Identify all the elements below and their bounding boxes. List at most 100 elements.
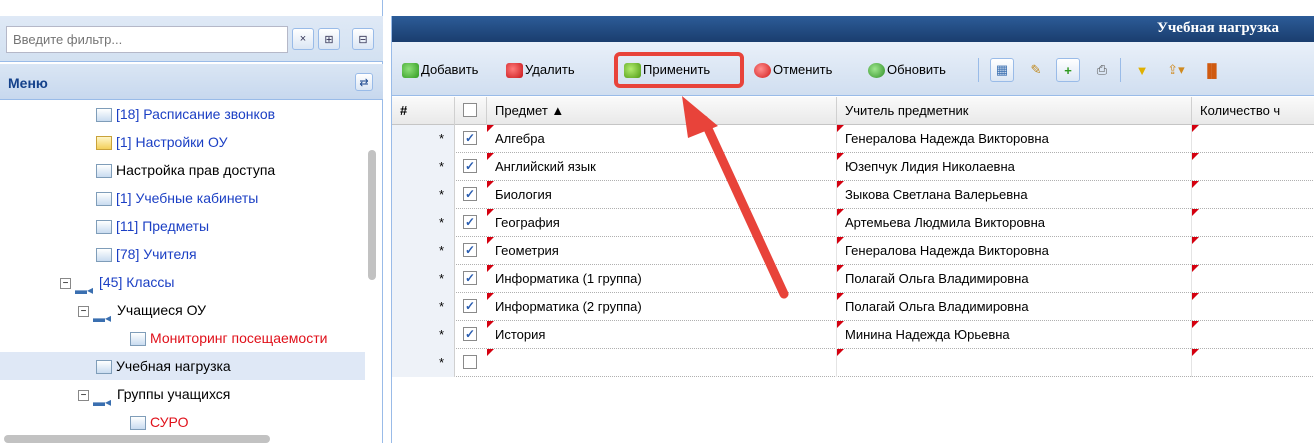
column-header-number[interactable]: # bbox=[392, 97, 455, 125]
teacher-cell[interactable] bbox=[837, 349, 1192, 377]
modified-cell-marker bbox=[837, 349, 844, 356]
delete-button[interactable]: Удалить bbox=[506, 58, 575, 82]
tree-item[interactable]: [1] Настройки ОУ bbox=[96, 128, 227, 156]
teacher-cell[interactable]: Полагай Ольга Владимировна bbox=[837, 265, 1192, 293]
table-row[interactable]: * ✓ Биология Зыкова Светлана Валерьевна bbox=[392, 181, 1314, 209]
tree-item[interactable]: Мониторинг посещаемости bbox=[130, 324, 327, 352]
subject-cell[interactable]: Информатика (1 группа) bbox=[487, 265, 837, 293]
print-button[interactable]: ⎙ bbox=[1090, 58, 1114, 82]
collapse-toggle-icon[interactable]: − bbox=[78, 305, 89, 317]
row-checkbox[interactable]: ✓ bbox=[463, 243, 477, 257]
filter-input[interactable] bbox=[6, 26, 288, 53]
hours-cell[interactable] bbox=[1192, 321, 1314, 349]
subject-cell[interactable]: Биология bbox=[487, 181, 837, 209]
hours-cell[interactable] bbox=[1192, 349, 1314, 377]
hours-cell[interactable] bbox=[1192, 237, 1314, 265]
row-checkbox[interactable]: ✓ bbox=[463, 159, 477, 173]
teacher-cell[interactable]: Полагай Ольга Владимировна bbox=[837, 293, 1192, 321]
table-row[interactable]: * ✓ Информатика (2 группа) Полагай Ольга Вл… bbox=[392, 293, 1314, 321]
grid-icon bbox=[96, 192, 112, 207]
hours-cell[interactable] bbox=[1192, 181, 1314, 209]
tree-vertical-scrollbar[interactable] bbox=[368, 150, 376, 280]
print-icon: ⎙ bbox=[1096, 62, 1108, 77]
edit-button[interactable]: ✎ bbox=[1024, 58, 1048, 82]
teacher-cell[interactable]: Генералова Надежда Викторовна bbox=[837, 237, 1192, 265]
tree-horizontal-scrollbar[interactable] bbox=[4, 435, 270, 443]
tree-item-selected[interactable]: Учебная нагрузка bbox=[0, 352, 365, 380]
column-header-select[interactable] bbox=[455, 97, 487, 125]
grid-icon bbox=[96, 360, 112, 375]
cancel-button[interactable]: Отменить bbox=[754, 58, 832, 82]
tree-item[interactable]: − ▬◂[45] Классы bbox=[60, 268, 174, 297]
subject-cell[interactable]: История bbox=[487, 321, 837, 349]
clear-filter-button[interactable]: × bbox=[292, 28, 314, 50]
tree-item[interactable]: [78] Учителя bbox=[96, 240, 197, 268]
collapse-toggle-icon[interactable]: − bbox=[60, 277, 71, 289]
modified-cell-marker bbox=[1192, 265, 1199, 272]
tree-item[interactable]: СУРО bbox=[130, 408, 188, 430]
teacher-cell[interactable]: Генералова Надежда Викторовна bbox=[837, 125, 1192, 153]
refresh-button[interactable]: Обновить bbox=[868, 58, 946, 82]
table-row[interactable]: * ✓ География Артемьева Людмила Викторовна bbox=[392, 209, 1314, 237]
row-marker: * bbox=[392, 181, 455, 209]
table-row[interactable]: * ✓ Информатика (1 группа) Полагай Ольга Вл… bbox=[392, 265, 1314, 293]
hours-cell[interactable] bbox=[1192, 265, 1314, 293]
modified-cell-marker bbox=[487, 237, 494, 244]
teacher-cell[interactable]: Минина Надежда Юрьевна bbox=[837, 321, 1192, 349]
tree-item[interactable]: [18] Расписание звонков bbox=[96, 100, 275, 128]
hierarchy-icon: ▬◂ bbox=[93, 395, 112, 410]
row-checkbox[interactable]: ✓ bbox=[463, 327, 477, 341]
teacher-cell[interactable]: Юзепчук Лидия Николаевна bbox=[837, 153, 1192, 181]
table-row[interactable]: * ✓ Алгебра Генералова Надежда Викторовна bbox=[392, 125, 1314, 153]
row-marker: * bbox=[392, 265, 455, 293]
modified-cell-marker bbox=[487, 293, 494, 300]
row-checkbox[interactable]: ✓ bbox=[463, 299, 477, 313]
subject-cell[interactable]: Информатика (2 группа) bbox=[487, 293, 837, 321]
hours-cell[interactable] bbox=[1192, 125, 1314, 153]
table-row[interactable]: * ✓ История Минина Надежда Юрьевна bbox=[392, 321, 1314, 349]
column-header-hours[interactable]: Количество ч bbox=[1192, 97, 1314, 125]
teacher-cell[interactable]: Артемьева Людмила Викторовна bbox=[837, 209, 1192, 237]
collapse-all-button[interactable]: ⊟ bbox=[352, 28, 374, 50]
subject-cell[interactable]: Алгебра bbox=[487, 125, 837, 153]
collapse-toggle-icon[interactable]: − bbox=[78, 389, 89, 401]
chart-button[interactable]: ▐▌ bbox=[1200, 58, 1224, 82]
modified-cell-marker bbox=[1192, 153, 1199, 160]
table-row[interactable]: * ✓ Геометрия Генералова Надежда Викторовна bbox=[392, 237, 1314, 265]
teacher-cell[interactable]: Зыкова Светлана Валерьевна bbox=[837, 181, 1192, 209]
subject-cell[interactable]: Геометрия bbox=[487, 237, 837, 265]
row-checkbox[interactable] bbox=[463, 355, 477, 369]
column-header-subject[interactable]: Предмет ▲ bbox=[487, 97, 837, 125]
table-row[interactable]: * ✓ Английский язык Юзепчук Лидия Николаевн… bbox=[392, 153, 1314, 181]
add-row-button[interactable]: + bbox=[1056, 58, 1080, 82]
hours-cell[interactable] bbox=[1192, 293, 1314, 321]
menu-tree: [18] Расписание звонков [1] Настройки ОУ… bbox=[0, 100, 365, 430]
tree-item[interactable]: [1] Учебные кабинеты bbox=[96, 184, 258, 212]
column-header-teacher[interactable]: Учитель предметник bbox=[837, 97, 1192, 125]
tree-item[interactable]: [11] Предметы bbox=[96, 212, 209, 240]
tree-item[interactable]: Настройка прав доступа bbox=[96, 156, 275, 184]
filter-button[interactable]: ▼ bbox=[1130, 58, 1154, 82]
hours-cell[interactable] bbox=[1192, 209, 1314, 237]
modified-cell-marker bbox=[487, 181, 494, 188]
modified-cell-marker bbox=[1192, 321, 1199, 328]
row-checkbox[interactable]: ✓ bbox=[463, 131, 477, 145]
add-button[interactable]: Добавить bbox=[402, 58, 478, 82]
tree-item[interactable]: − ▬◂Группы учащихся bbox=[78, 380, 230, 410]
panel-title-bar: Учебная нагрузка bbox=[392, 16, 1314, 42]
table-view-button[interactable]: ▦ bbox=[990, 58, 1014, 82]
row-checkbox[interactable]: ✓ bbox=[463, 187, 477, 201]
row-checkbox[interactable]: ✓ bbox=[463, 215, 477, 229]
subject-cell[interactable]: Английский язык bbox=[487, 153, 837, 181]
subject-cell[interactable]: География bbox=[487, 209, 837, 237]
sidebar: × ⊞ ⊟ Меню ⇄ [18] Расписание звонков [1]… bbox=[0, 0, 383, 443]
subject-cell[interactable] bbox=[487, 349, 837, 377]
tree-item[interactable]: − ▬◂Учащиеся ОУ bbox=[78, 296, 206, 325]
select-all-checkbox[interactable] bbox=[463, 103, 477, 117]
hours-cell[interactable] bbox=[1192, 153, 1314, 181]
row-checkbox[interactable]: ✓ bbox=[463, 271, 477, 285]
export-menu-button[interactable]: ⇪▾ bbox=[1160, 58, 1192, 82]
expand-all-button[interactable]: ⊞ bbox=[318, 28, 340, 50]
menu-collapse-button[interactable]: ⇄ bbox=[355, 73, 373, 91]
table-row[interactable]: * bbox=[392, 349, 1314, 377]
